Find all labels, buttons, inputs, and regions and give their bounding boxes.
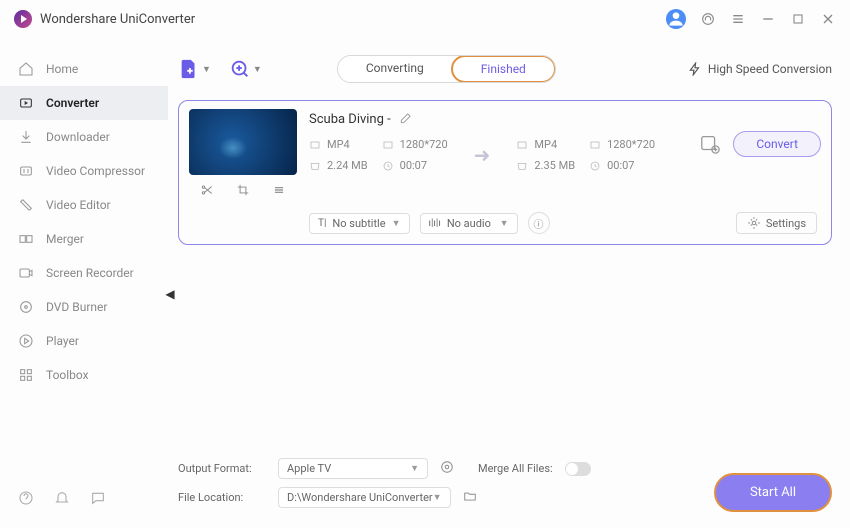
sidebar-label: Converter: [46, 96, 99, 110]
home-icon: [18, 61, 34, 77]
merge-label: Merge All Files:: [478, 462, 553, 475]
sidebar-label: Toolbox: [46, 368, 89, 382]
app-logo: [14, 10, 32, 28]
compressor-icon: [18, 163, 34, 179]
lightning-icon: [688, 62, 702, 76]
audio-select[interactable]: ı|ı|ıNo audio▼: [420, 213, 518, 234]
settings-button[interactable]: Settings: [736, 212, 817, 234]
video-thumbnail[interactable]: [189, 109, 297, 175]
high-speed-toggle[interactable]: High Speed Conversion: [688, 62, 832, 76]
sidebar-item-editor[interactable]: Video Editor: [0, 188, 168, 222]
sidebar-item-compressor[interactable]: Video Compressor: [0, 154, 168, 188]
account-icon[interactable]: [666, 9, 686, 29]
sidebar-label: Merger: [46, 232, 84, 246]
open-folder-icon[interactable]: [463, 489, 477, 506]
maximize-button[interactable]: [790, 11, 806, 27]
titlebar: Wondershare UniConverter: [0, 0, 850, 38]
speed-label: High Speed Conversion: [708, 62, 832, 76]
sidebar-label: Screen Recorder: [46, 266, 134, 280]
recorder-icon: [18, 265, 34, 281]
arrow-icon: ➜: [474, 143, 491, 167]
sidebar-item-home[interactable]: Home: [0, 52, 168, 86]
sidebar: Home Converter Downloader Video Compress…: [0, 38, 168, 528]
convert-button[interactable]: Convert: [733, 131, 821, 157]
trim-icon[interactable]: [194, 181, 220, 202]
sidebar-item-downloader[interactable]: Downloader: [0, 120, 168, 154]
sidebar-item-player[interactable]: Player: [0, 324, 168, 358]
video-title: Scuba Diving -: [309, 112, 391, 127]
merger-icon: [18, 231, 34, 247]
minimize-button[interactable]: [760, 11, 776, 27]
close-button[interactable]: [820, 11, 836, 27]
output-format-label: Output Format:: [178, 462, 266, 475]
burner-icon: [18, 299, 34, 315]
support-icon[interactable]: [700, 11, 716, 27]
status-tabs: Converting Finished: [337, 55, 556, 83]
sidebar-label: Home: [46, 62, 78, 76]
sidebar-label: Video Editor: [46, 198, 111, 212]
sidebar-item-merger[interactable]: Merger: [0, 222, 168, 256]
sidebar-label: DVD Burner: [46, 300, 107, 314]
sidebar-item-recorder[interactable]: Screen Recorder: [0, 256, 168, 290]
sidebar-label: Player: [46, 334, 79, 348]
editor-icon: [18, 197, 34, 213]
feedback-icon[interactable]: [90, 490, 106, 506]
help-icon[interactable]: [18, 490, 34, 506]
converter-icon: [18, 95, 34, 111]
toolbar: ▼ ▼ Converting Finished High Speed Conve…: [178, 48, 832, 90]
source-specs: MP4 1280*720 2.24 MB 00:07: [309, 138, 448, 172]
output-format-select[interactable]: Apple TV▼: [278, 458, 428, 479]
tab-finished[interactable]: Finished: [451, 55, 556, 83]
info-button[interactable]: ⓘ: [528, 212, 550, 234]
start-all-button[interactable]: Start All: [714, 473, 832, 512]
file-location-label: File Location:: [178, 491, 266, 504]
download-icon: [18, 129, 34, 145]
sidebar-item-toolbox[interactable]: Toolbox: [0, 358, 168, 392]
subtitle-select[interactable]: T|No subtitle▼: [309, 213, 410, 234]
menu-icon[interactable]: [730, 11, 746, 27]
toolbox-icon: [18, 367, 34, 383]
crop-icon[interactable]: [230, 181, 256, 202]
format-settings-icon[interactable]: [440, 460, 454, 477]
edit-title-icon[interactable]: [399, 111, 413, 128]
sidebar-label: Video Compressor: [46, 164, 145, 178]
sidebar-item-converter[interactable]: Converter: [0, 86, 168, 120]
sidebar-label: Downloader: [46, 130, 110, 144]
sidebar-item-burner[interactable]: DVD Burner: [0, 290, 168, 324]
output-settings-icon[interactable]: [699, 133, 721, 155]
add-url-button[interactable]: ▼: [229, 58, 262, 80]
bell-icon[interactable]: [54, 490, 70, 506]
more-icon[interactable]: [266, 181, 292, 202]
app-title: Wondershare UniConverter: [40, 12, 195, 27]
file-location-select[interactable]: D:\Wondershare UniConverter▼: [278, 487, 451, 508]
merge-toggle[interactable]: [565, 462, 591, 476]
player-icon: [18, 333, 34, 349]
add-file-button[interactable]: ▼: [178, 58, 211, 80]
tab-converting[interactable]: Converting: [338, 56, 452, 82]
video-card: Scuba Diving - MP4 1280*720 2.24 MB 00:0…: [178, 100, 832, 245]
target-specs: MP4 1280*720 2.35 MB 00:07: [516, 138, 655, 172]
